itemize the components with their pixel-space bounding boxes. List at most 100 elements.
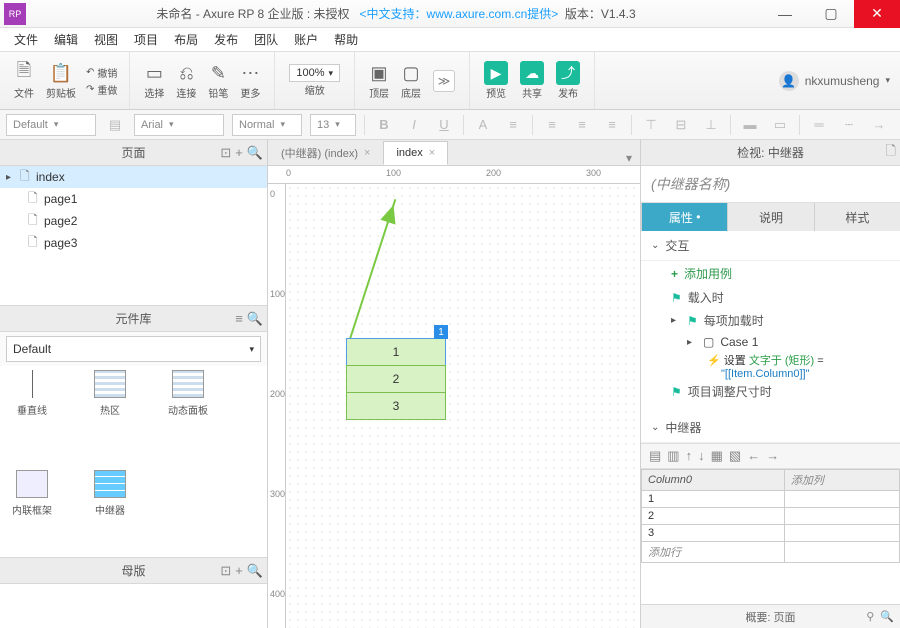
repeater-row[interactable]: 1	[346, 338, 446, 366]
widget-iframe[interactable]: 内联框架	[8, 470, 56, 554]
tab-repeater-index[interactable]: (中继器) (index)×	[268, 141, 383, 165]
style-combo[interactable]: Default▾	[6, 114, 96, 136]
menu-view[interactable]: 视图	[86, 31, 126, 48]
add-row[interactable]: 添加行	[642, 542, 785, 563]
italic-icon[interactable]: I	[403, 114, 425, 136]
ds-del-row-icon[interactable]: ▥	[667, 448, 679, 464]
line-width-icon[interactable]: ═	[808, 114, 830, 136]
event-itemresize[interactable]: ⚑项目调整尺寸时	[641, 380, 900, 403]
menu-account[interactable]: 账户	[286, 31, 326, 48]
section-interactions[interactable]: ⌄交互	[641, 231, 900, 261]
style-manager-icon[interactable]: ▤	[104, 114, 126, 136]
page-index[interactable]: ▸🗋index	[0, 166, 267, 188]
widget-hotspot[interactable]: 热区	[86, 370, 134, 454]
weight-combo[interactable]: Normal▾	[232, 114, 302, 136]
menu-project[interactable]: 项目	[126, 31, 166, 48]
bullets-icon[interactable]: ≡	[502, 114, 524, 136]
add-master2-icon[interactable]: +	[235, 563, 243, 579]
border-icon[interactable]: ▭	[769, 114, 791, 136]
ds-add-row-icon[interactable]: ▤	[649, 448, 661, 464]
page-page3[interactable]: 🗋page3	[0, 232, 267, 254]
ds-down-icon[interactable]: ↓	[698, 448, 705, 464]
valign-bot-icon[interactable]: ⊥	[700, 114, 722, 136]
search-outline-icon[interactable]: 🔍	[880, 610, 894, 623]
page-page1[interactable]: 🗋page1	[0, 188, 267, 210]
ds-left-icon[interactable]: ←	[747, 448, 760, 464]
close-tab-icon[interactable]: ×	[364, 147, 370, 159]
action-set-text[interactable]: ⚡ 设置 文字于 (矩形) =	[641, 352, 900, 368]
undo-button[interactable]: ↶ 撤销	[86, 65, 117, 80]
redo-button[interactable]: ↷ 重做	[86, 82, 117, 97]
filter-icon[interactable]: ⚲	[866, 610, 874, 623]
bold-icon[interactable]: B	[373, 114, 395, 136]
text-color-icon[interactable]: A	[472, 114, 494, 136]
outline-footer[interactable]: 概要: 页面 ⚲🔍	[641, 604, 900, 628]
add-column[interactable]: 添加列	[784, 470, 899, 491]
menu-team[interactable]: 团队	[246, 31, 286, 48]
tab-style[interactable]: 样式	[814, 203, 900, 231]
zoom-group[interactable]: 100%▾ 缩放	[283, 52, 346, 109]
align-center-icon[interactable]: ≡	[571, 114, 593, 136]
menu-edit[interactable]: 编辑	[46, 31, 86, 48]
event-itemload[interactable]: ▸⚑每项加载时	[641, 309, 900, 332]
menu-help[interactable]: 帮助	[326, 31, 366, 48]
close-button[interactable]: ✕	[854, 0, 900, 28]
cell[interactable]: 1	[642, 491, 785, 508]
file-group[interactable]: 🗎文件	[8, 52, 40, 109]
tab-notes[interactable]: 说明	[727, 203, 813, 231]
size-combo[interactable]: 13▾	[310, 114, 356, 136]
cell[interactable]: 3	[642, 525, 785, 542]
canvas[interactable]: 1 1 2 3	[286, 184, 640, 628]
select-tool[interactable]: ▭选择	[138, 52, 170, 109]
connect-tool[interactable]: ⎌连接	[170, 52, 202, 109]
font-combo[interactable]: Arial▾	[134, 114, 224, 136]
align-right-icon[interactable]: ≡	[601, 114, 623, 136]
repeater-row[interactable]: 2	[346, 365, 446, 393]
cell[interactable]: 2	[642, 508, 785, 525]
add-folder-icon[interactable]: ⊡	[220, 145, 231, 161]
ds-del-col-icon[interactable]: ▧	[729, 448, 741, 464]
lib-search-icon[interactable]: 🔍	[247, 311, 263, 327]
maximize-button[interactable]: ▢	[808, 0, 854, 28]
menu-layout[interactable]: 布局	[166, 31, 206, 48]
publish-button[interactable]: ⤴发布	[550, 52, 586, 109]
align-left-icon[interactable]: ≡	[541, 114, 563, 136]
minimize-button[interactable]: —	[762, 0, 808, 28]
more-tools[interactable]: ⋯更多	[234, 52, 266, 109]
widget-repeater[interactable]: 中继器	[86, 470, 134, 554]
share-button[interactable]: ☁共享	[514, 52, 550, 109]
tabs-dropdown-icon[interactable]: ▾	[618, 151, 640, 165]
case-1[interactable]: ▸▢Case 1	[641, 332, 900, 352]
repeater-widget[interactable]: 1 1 2 3	[346, 339, 446, 420]
clipboard-group[interactable]: 📋剪贴板	[40, 52, 82, 109]
valign-mid-icon[interactable]: ⊟	[670, 114, 692, 136]
search-masters-icon[interactable]: 🔍	[247, 563, 263, 579]
section-repeater[interactable]: ⌄中继器	[641, 413, 900, 443]
page-page2[interactable]: 🗋page2	[0, 210, 267, 232]
tab-properties[interactable]: 属性 •	[641, 203, 727, 231]
menu-publish[interactable]: 发布	[206, 31, 246, 48]
line-style-icon[interactable]: ┄	[838, 114, 860, 136]
pen-tool[interactable]: ✎铅笔	[202, 52, 234, 109]
more-arrange[interactable]: ≫	[427, 52, 461, 109]
search-pages-icon[interactable]: 🔍	[247, 145, 263, 161]
user-menu[interactable]: 👤 nkxumusheng ▾	[769, 71, 900, 91]
ds-add-col-icon[interactable]: ▦	[711, 448, 723, 464]
inspector-page-icon[interactable]: 🗋	[886, 142, 896, 164]
widget-dynamic-panel[interactable]: 动态面板	[164, 370, 212, 454]
widget-name-input[interactable]: (中继器名称)	[641, 166, 900, 203]
ds-up-icon[interactable]: ↑	[686, 448, 693, 464]
add-master-icon[interactable]: ⊡	[220, 563, 231, 579]
menu-file[interactable]: 文件	[6, 31, 46, 48]
send-back[interactable]: ▢底层	[395, 52, 427, 109]
preview-button[interactable]: ▶预览	[478, 52, 514, 109]
underline-icon[interactable]: U	[433, 114, 455, 136]
widget-vline[interactable]: 垂直线	[8, 370, 56, 454]
fill-icon[interactable]: ▬	[739, 114, 761, 136]
add-case-link[interactable]: 添加用例	[641, 261, 900, 286]
col-header[interactable]: Column0	[642, 470, 785, 491]
arrow-icon[interactable]: →	[868, 114, 890, 136]
add-page-icon[interactable]: +	[235, 145, 243, 161]
library-select[interactable]: Default▾	[6, 336, 261, 362]
event-onload[interactable]: ⚑载入时	[641, 286, 900, 309]
